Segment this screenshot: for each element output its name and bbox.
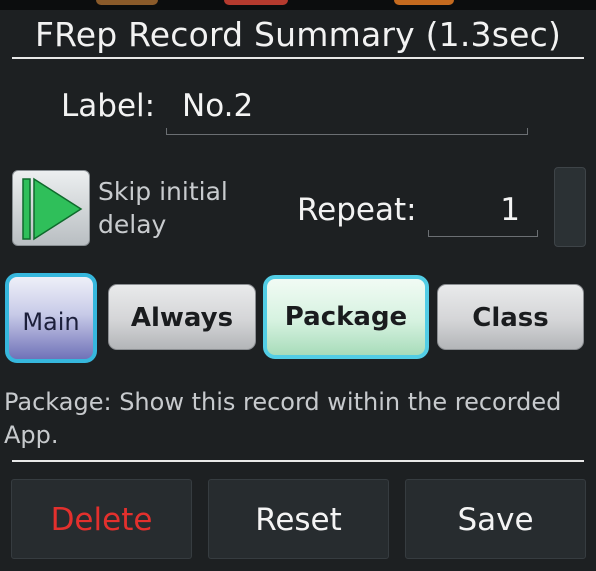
play-icon (22, 177, 83, 241)
skip-initial-delay-label[interactable]: Skip initial delay (98, 175, 268, 241)
delete-button[interactable]: Delete (11, 479, 192, 559)
label-input-value: No.2 (182, 88, 254, 124)
title-divider (12, 57, 584, 59)
label-input[interactable]: No.2 (166, 84, 528, 135)
dialog-title: FRep Record Summary (1.3sec) (34, 15, 562, 54)
reset-button[interactable]: Reset (208, 479, 389, 559)
scope-description: Package: Show this record within the rec… (4, 388, 562, 449)
record-summary-dialog: FRep Record Summary (1.3sec) Label: No.2… (0, 0, 596, 571)
tab-package[interactable]: Package (263, 275, 429, 359)
repeat-input-value: 1 (500, 192, 520, 228)
tab-class[interactable]: Class (437, 284, 584, 350)
repeat-input[interactable]: 1 (428, 188, 538, 237)
label-caption: Label: (61, 88, 156, 124)
save-button[interactable]: Save (405, 479, 586, 559)
actions-divider (12, 460, 584, 462)
side-scroll-handle[interactable] (554, 167, 586, 247)
tab-main[interactable]: Main (5, 273, 97, 363)
repeat-caption: Repeat: (297, 192, 417, 228)
tab-always[interactable]: Always (108, 284, 256, 350)
top-edge-strip (0, 0, 596, 10)
play-button[interactable] (12, 170, 90, 246)
